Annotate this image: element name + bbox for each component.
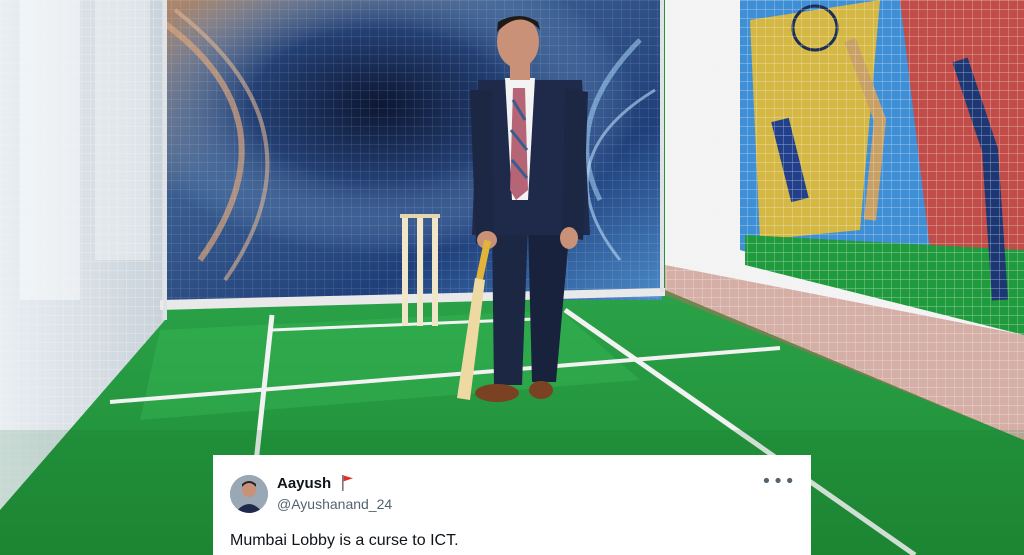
- more-options-icon[interactable]: •••: [761, 473, 796, 491]
- tweet-card[interactable]: Aayush @Ayushanand_24 ••• Mumbai Lobby i…: [213, 455, 811, 555]
- tweet-text: Mumbai Lobby is a curse to ICT.: [230, 532, 459, 549]
- tweet-display-name[interactable]: Aayush: [277, 475, 331, 492]
- tweet-handle[interactable]: @Ayushanand_24: [277, 496, 392, 512]
- red-flag-icon: [341, 474, 355, 492]
- user-avatar[interactable]: [230, 475, 268, 513]
- cricket-stumps: [400, 214, 440, 326]
